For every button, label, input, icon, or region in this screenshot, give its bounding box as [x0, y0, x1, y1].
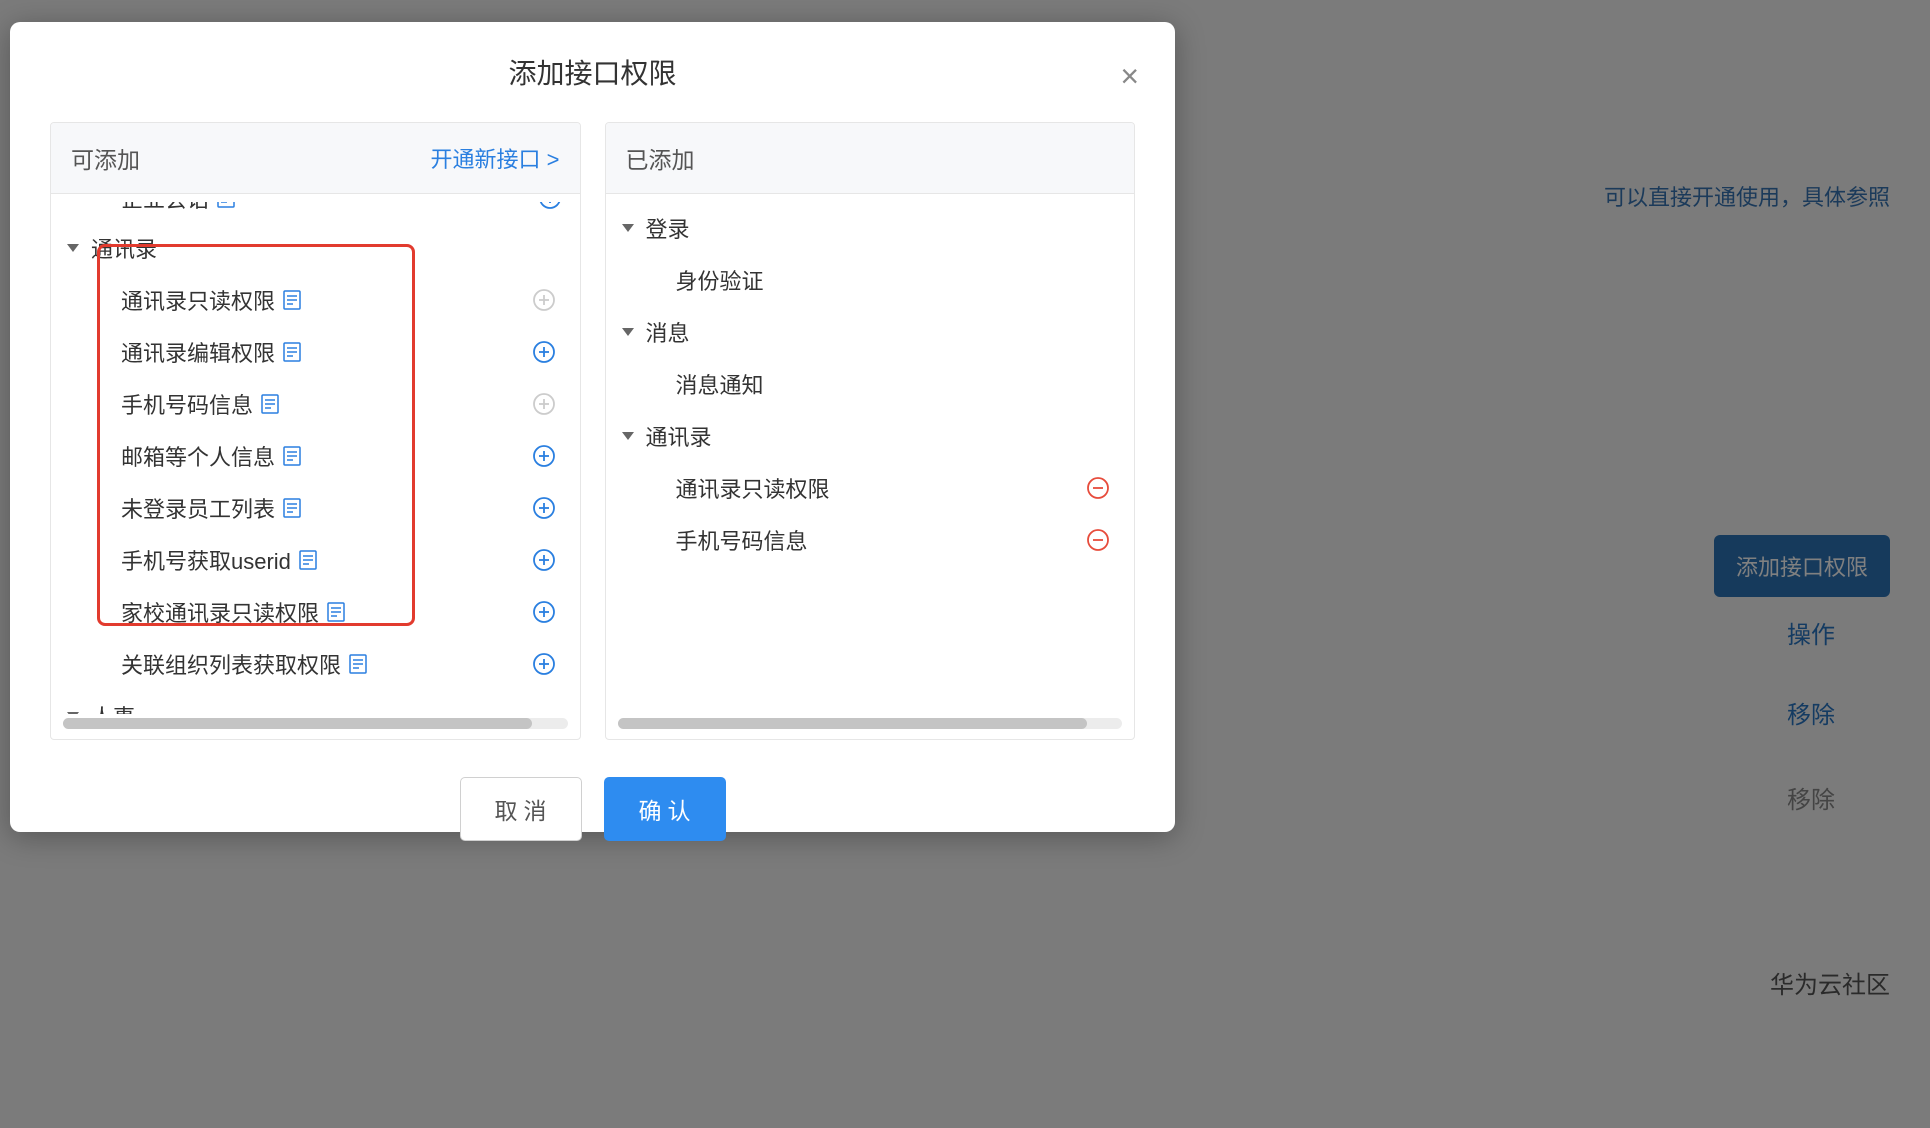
item-label: 通讯录只读权限: [676, 472, 830, 504]
document-icon[interactable]: [283, 498, 301, 518]
list-item: 手机号码信息: [61, 378, 570, 430]
item-label: 手机号码信息: [121, 388, 253, 420]
added-tree: 登录身份验证消息消息通知通讯录通讯录只读权限手机号码信息: [606, 194, 1135, 714]
bg-add-button: 添加接口权限: [1714, 535, 1890, 597]
add-icon[interactable]: [532, 340, 556, 364]
add-icon: [532, 392, 556, 416]
list-item: 家校通讯录只读权限: [61, 586, 570, 638]
item-label: 关联组织列表获取权限: [121, 648, 341, 680]
item-label: 邮箱等个人信息: [121, 440, 275, 472]
add-icon[interactable]: [532, 496, 556, 520]
document-icon[interactable]: [327, 602, 345, 622]
caret-down-icon[interactable]: [67, 244, 79, 252]
added-panel: 已添加 登录身份验证消息消息通知通讯录通讯录只读权限手机号码信息: [605, 122, 1136, 740]
available-header: 可添加: [71, 141, 140, 175]
available-panel: 可添加 开通新接口 > 企业会话 通讯录通讯录只读权限通讯录编辑权限手机号码信息…: [50, 122, 581, 740]
caret-down-icon[interactable]: [622, 328, 634, 336]
document-icon[interactable]: [283, 342, 301, 362]
bg-footer-text: 华为云社区: [1770, 965, 1890, 1000]
modal-title: 添加接口权限: [10, 52, 1175, 92]
item-label: 企业会话: [121, 202, 209, 214]
list-item: 未登录员工列表: [61, 482, 570, 534]
item-label: 通讯录只读权限: [121, 284, 275, 316]
open-new-interface-link[interactable]: 开通新接口 >: [431, 142, 560, 174]
horizontal-scrollbar[interactable]: [618, 718, 1123, 729]
add-icon: [532, 288, 556, 312]
list-item: 邮箱等个人信息: [61, 430, 570, 482]
tree-group[interactable]: 通讯录: [61, 222, 570, 274]
document-icon[interactable]: [261, 394, 279, 414]
document-icon[interactable]: [283, 290, 301, 310]
list-item: 手机号码信息: [616, 514, 1125, 566]
add-icon[interactable]: [532, 444, 556, 468]
bg-col-label: 操作: [1787, 615, 1835, 650]
tree-group[interactable]: 通讯录: [616, 410, 1125, 462]
tree-group[interactable]: 登录: [616, 202, 1125, 254]
confirm-button[interactable]: 确认: [604, 777, 726, 841]
item-label: 手机号获取userid: [121, 544, 291, 576]
bg-banner-text: 可以直接开通使用，具体参照: [1604, 180, 1890, 212]
bg-action-remove-1: 移除: [1787, 695, 1835, 730]
list-item: 通讯录只读权限: [61, 274, 570, 326]
item-label: 消息通知: [676, 368, 764, 400]
caret-down-icon[interactable]: [67, 712, 79, 714]
document-icon[interactable]: [349, 654, 367, 674]
document-icon[interactable]: [283, 446, 301, 466]
list-item: 消息通知: [616, 358, 1125, 410]
list-item: 企业会话: [61, 202, 570, 222]
remove-icon[interactable]: [1086, 476, 1110, 500]
list-item: 手机号获取userid: [61, 534, 570, 586]
cancel-button[interactable]: 取消: [460, 777, 582, 841]
document-icon[interactable]: [299, 550, 317, 570]
added-header: 已添加: [626, 141, 695, 175]
horizontal-scrollbar[interactable]: [63, 718, 568, 729]
add-icon[interactable]: [532, 652, 556, 676]
list-item: 关联组织列表获取权限: [61, 638, 570, 690]
item-label: 通讯录编辑权限: [121, 336, 275, 368]
remove-icon[interactable]: [1086, 528, 1110, 552]
group-label: 消息: [646, 316, 690, 348]
add-icon[interactable]: [538, 202, 562, 210]
add-icon[interactable]: [532, 548, 556, 572]
close-icon[interactable]: ×: [1120, 60, 1139, 92]
add-icon[interactable]: [532, 600, 556, 624]
document-icon[interactable]: [217, 202, 235, 208]
caret-down-icon[interactable]: [622, 432, 634, 440]
list-item: 身份验证: [616, 254, 1125, 306]
group-label: 通讯录: [646, 420, 712, 452]
tree-group[interactable]: 消息: [616, 306, 1125, 358]
tree-group[interactable]: 人事: [61, 690, 570, 714]
item-label: 手机号码信息: [676, 524, 808, 556]
bg-action-remove-2: 移除: [1787, 780, 1835, 815]
caret-down-icon[interactable]: [622, 224, 634, 232]
list-item: 通讯录只读权限: [616, 462, 1125, 514]
group-label: 通讯录: [91, 232, 157, 264]
item-label: 家校通讯录只读权限: [121, 596, 319, 628]
available-tree: 企业会话 通讯录通讯录只读权限通讯录编辑权限手机号码信息邮箱等个人信息未登录员工…: [51, 194, 580, 714]
group-label: 登录: [646, 212, 690, 244]
item-label: 身份验证: [676, 264, 764, 296]
list-item: 通讯录编辑权限: [61, 326, 570, 378]
group-label: 人事: [91, 700, 135, 714]
add-permission-modal: 添加接口权限 × 可添加 开通新接口 > 企业会话: [10, 22, 1175, 832]
item-label: 未登录员工列表: [121, 492, 275, 524]
